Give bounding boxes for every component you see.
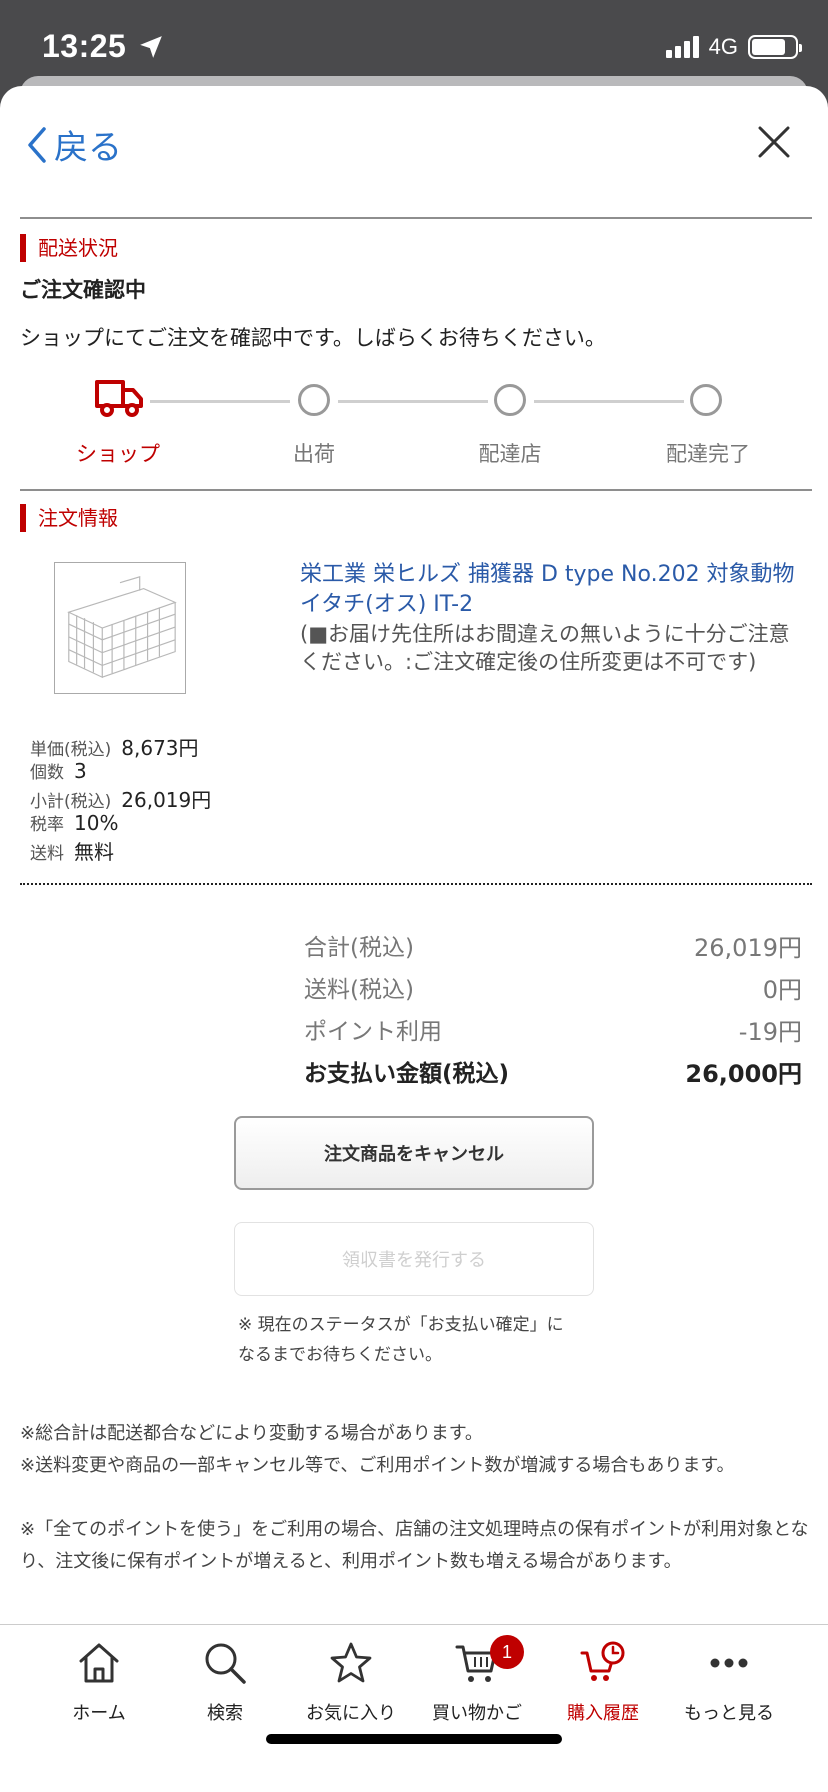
detail-value: 無料	[74, 840, 114, 864]
footnote: ※送料変更や商品の一部キャンセル等で、ご利用ポイント数が増減する場合もあります。	[20, 1455, 735, 1476]
footnote: ※総合計は配送都合などにより変動する場合があります。	[20, 1423, 483, 1444]
detail-key: 小計(税込)	[30, 792, 112, 812]
tab-label: 購入履歴	[567, 1703, 639, 1724]
summary-value: 0円	[762, 976, 802, 1004]
detail-key: 送料	[30, 844, 64, 864]
home-icon	[79, 1643, 119, 1683]
tab-label: 買い物かご	[432, 1703, 522, 1724]
summary-value: 26,000円	[685, 1060, 802, 1088]
product-note: (■お届け先住所はお間違えの無いように十分ご注意ください。:ご注文確定後の住所変…	[300, 622, 790, 674]
detail-value: 10%	[74, 811, 119, 835]
battery-icon	[748, 35, 802, 59]
step-label-delivered: 配達完了	[666, 442, 750, 466]
summary-points: ポイント利用 -19円	[304, 1012, 802, 1047]
summary-value: 26,019円	[694, 934, 802, 962]
detail-key: 税率	[30, 815, 64, 835]
summary-label: 合計(税込)	[304, 935, 414, 961]
detail-subtotal: 小計(税込) 26,019円	[30, 784, 211, 813]
chevron-left-icon	[28, 126, 46, 163]
progress-step-shipped	[298, 384, 330, 416]
status-title: ご注文確認中	[20, 278, 146, 302]
signal-icon	[665, 36, 699, 58]
back-button[interactable]: 戻る	[26, 120, 122, 169]
detail-tax-rate: 税率 10%	[30, 810, 118, 835]
progress-step-depot	[494, 384, 526, 416]
cancel-order-button[interactable]: 注文商品をキャンセル	[234, 1116, 594, 1190]
tab-cart[interactable]: 1 買い物かご	[414, 1635, 540, 1725]
divider	[20, 489, 812, 491]
detail-key: 単価(税込)	[30, 740, 112, 760]
close-icon[interactable]	[754, 122, 794, 162]
summary-payment-amount: お支払い金額(税込) 26,000円	[304, 1054, 802, 1089]
summary-label: 送料(税込)	[304, 977, 414, 1003]
receipt-note-line: ※ 現在のステータスが「お支払い確定」に	[238, 1315, 564, 1335]
truck-icon	[95, 380, 143, 417]
home-indicator	[266, 1734, 562, 1744]
tab-label: 検索	[207, 1703, 243, 1724]
product-title-link[interactable]: 栄工業 栄ヒルズ 捕獲器 D type No.202 対象動物イタチ(オス) I…	[300, 560, 800, 620]
summary-label: ポイント利用	[304, 1019, 442, 1045]
issue-receipt-button[interactable]: 領収書を発行する	[234, 1222, 594, 1296]
progress-step-delivered	[690, 384, 722, 416]
receipt-note-line: なるまでお待ちください。	[238, 1345, 442, 1365]
progress-line	[338, 400, 488, 403]
location-arrow-icon	[140, 36, 162, 58]
step-label-depot: 配達店	[478, 442, 542, 466]
summary-value: -19円	[738, 1018, 802, 1046]
footnote: ※「全てのポイントを使う」をご利用の場合、店舗の注文処理時点の保有ポイントが利用…	[20, 1519, 809, 1572]
detail-value: 26,019円	[121, 788, 212, 812]
tab-search[interactable]: 検索	[162, 1639, 288, 1725]
step-label-shipped: 出荷	[293, 442, 335, 466]
receipt-note: ※ 現在のステータスが「お支払い確定」に なるまでお待ちください。	[238, 1310, 618, 1370]
dotted-divider	[20, 883, 812, 885]
detail-quantity: 個数 3	[30, 758, 87, 783]
tab-favorites[interactable]: お気に入り	[288, 1639, 414, 1725]
summary-total: 合計(税込) 26,019円	[304, 928, 802, 963]
status-time: 13:25	[42, 28, 127, 64]
tab-label: もっと見る	[684, 1703, 774, 1724]
star-icon	[330, 1642, 372, 1683]
progress-line	[534, 400, 684, 403]
divider	[20, 217, 812, 219]
tab-bar: ホーム 検索 お気に入り 1 買い物かご 購入履歴 もっと見る	[0, 1624, 828, 1792]
step-label-shop: ショップ	[76, 442, 160, 466]
detail-value: 3	[74, 759, 87, 783]
order-section-title: 注文情報	[20, 504, 118, 532]
detail-unit-price: 単価(税込) 8,673円	[30, 732, 199, 761]
summary-shipping: 送料(税込) 0円	[304, 970, 802, 1005]
purchase-history-icon	[580, 1641, 625, 1681]
detail-value: 8,673円	[121, 736, 199, 760]
tab-home[interactable]: ホーム	[36, 1639, 162, 1725]
cart-badge: 1	[490, 1635, 524, 1669]
search-icon	[205, 1643, 246, 1684]
shipping-section-title: 配送状況	[20, 234, 118, 262]
progress-line	[150, 400, 290, 403]
tab-purchase-history[interactable]: 購入履歴	[540, 1639, 666, 1725]
status-description: ショップにてご注文を確認中です。しばらくお待ちください。	[20, 326, 606, 350]
more-icon	[710, 1658, 748, 1668]
summary-label: お支払い金額(税込)	[304, 1061, 510, 1087]
back-label: 戻る	[54, 128, 122, 168]
tab-label: お気に入り	[306, 1703, 396, 1724]
order-detail-sheet: 戻る 配送状況 ご注文確認中 ショップにてご注文を確認中です。しばらくお待ちくだ…	[0, 86, 828, 1792]
tab-more[interactable]: もっと見る	[666, 1639, 792, 1725]
tab-label: ホーム	[72, 1703, 126, 1724]
detail-shipping: 送料 無料	[30, 836, 114, 865]
detail-key: 個数	[30, 763, 64, 783]
status-indicators: 4G	[665, 34, 802, 60]
product-image[interactable]	[54, 562, 186, 694]
network-label: 4G	[708, 34, 738, 59]
